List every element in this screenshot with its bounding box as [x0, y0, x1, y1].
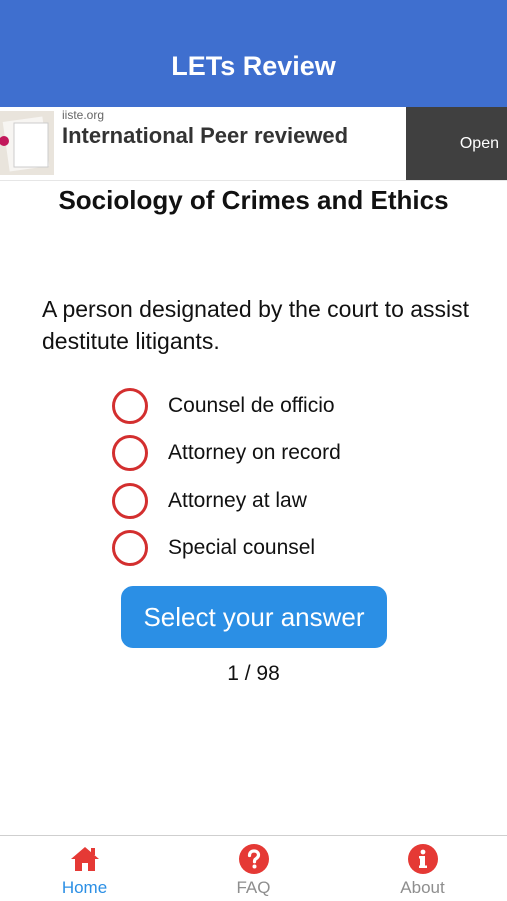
app-title: LETs Review — [171, 51, 336, 81]
option-label: Counsel de officio — [168, 393, 335, 417]
tab-home[interactable]: Home — [0, 836, 169, 901]
bottom-tab-bar: Home FAQ About — [0, 835, 507, 901]
answer-options: Counsel de officio Attorney on record At… — [112, 382, 492, 572]
subject-title: Sociology of Crimes and Ethics — [58, 185, 449, 215]
tab-label: Home — [61, 878, 108, 897]
tab-about[interactable]: About — [338, 836, 507, 901]
option-label: Attorney on record — [168, 441, 341, 465]
option-label: Attorney at law — [168, 488, 307, 512]
option-label: Special counsel — [168, 536, 316, 560]
question-text: A person designated by the court to assi… — [42, 296, 470, 354]
tab-label: FAQ — [236, 878, 271, 897]
ad-thumbnail-image — [0, 111, 54, 175]
question-counter: 1 / 98 — [227, 662, 280, 685]
tab-label: About — [400, 878, 445, 897]
ad-banner[interactable]: iiste.org International Peer reviewed Op… — [0, 107, 507, 181]
question-circle-icon — [238, 844, 269, 874]
radio-button[interactable] — [112, 482, 148, 519]
radio-button[interactable] — [112, 435, 148, 472]
answer-option[interactable]: Counsel de officio — [112, 382, 492, 430]
radio-button[interactable] — [112, 387, 148, 424]
ad-domain: iiste.org — [62, 108, 105, 122]
tab-faq[interactable]: FAQ — [169, 836, 338, 901]
home-icon — [70, 847, 99, 871]
ad-headline: International Peer reviewed — [62, 123, 349, 148]
radio-button[interactable] — [112, 530, 148, 567]
answer-option[interactable]: Special counsel — [112, 525, 492, 573]
answer-option[interactable]: Attorney on record — [112, 430, 492, 478]
select-answer-button[interactable]: Select your answer — [121, 586, 387, 648]
app-header: LETs Review — [0, 0, 507, 107]
info-circle-icon — [407, 844, 438, 874]
ad-open-button[interactable]: Open — [406, 107, 507, 180]
answer-option[interactable]: Attorney at law — [112, 477, 492, 525]
